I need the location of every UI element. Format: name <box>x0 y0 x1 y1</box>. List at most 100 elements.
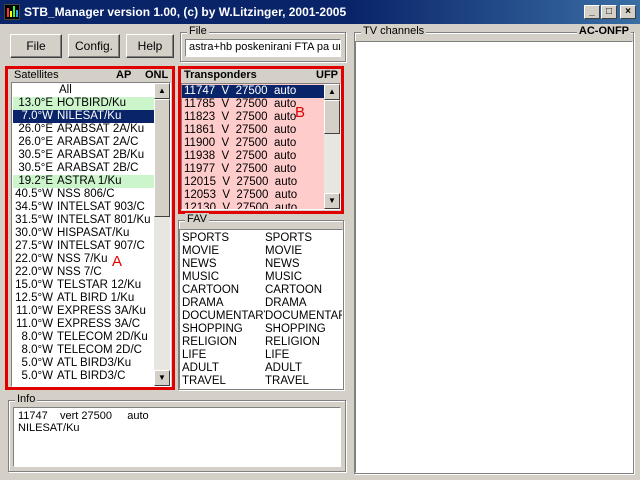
fav-item[interactable]: RELIGION RELIGION <box>182 336 342 349</box>
fav-category: CARTOON <box>182 284 240 296</box>
satellite-item[interactable]: 30.0°W HISPASAT/Ku <box>13 227 155 240</box>
tv-channels-flags[interactable]: AC-ONFP <box>576 25 631 37</box>
fav-item[interactable]: ADULT ADULT <box>182 362 342 375</box>
satellite-item[interactable]: 34.5°W INTELSAT 903/C <box>13 201 155 214</box>
fav-item[interactable]: TRAVEL TRAVEL <box>182 375 342 388</box>
satellite-item[interactable]: 11.0°W EXPRESS 3A/C <box>13 318 155 331</box>
transponder-item[interactable]: 12015 V 27500 auto <box>182 176 325 189</box>
satellite-name: INTELSAT 903/C <box>57 201 145 213</box>
satellite-name: ARABSAT 2A/Ku <box>57 123 145 135</box>
scroll-thumb[interactable] <box>324 100 340 134</box>
satellite-item[interactable]: 15.0°W TELSTAR 12/Ku <box>13 279 155 292</box>
transponders-flags[interactable]: UFP <box>316 69 338 81</box>
fav-category: ADULT <box>265 362 302 374</box>
transponders-list[interactable]: 11747 V 27500 auto 11785 V 27500 auto 1182… <box>181 83 341 210</box>
satellite-name: NILESAT/Ku <box>57 110 122 122</box>
satellite-position: 11.0°W <box>16 305 53 317</box>
fav-item[interactable]: DRAMA DRAMA <box>182 297 342 310</box>
fav-item[interactable]: SPORTS SPORTS <box>182 232 342 245</box>
satellite-name: TELECOM 2D/C <box>57 344 142 356</box>
fav-group: FAV SPORTS SPORTS MOVIE MOVIE NEWS NEWS MUSIC M… <box>178 213 344 390</box>
fav-item[interactable]: LIFE LIFE <box>182 349 342 362</box>
help-button[interactable]: Help <box>126 34 174 58</box>
satellite-position: 8.0°W <box>21 344 53 356</box>
minimize-button[interactable]: _ <box>584 5 600 19</box>
satellite-item[interactable]: 5.0°W ATL BIRD3/Ku <box>13 357 155 370</box>
transponder-item[interactable]: 11861 V 27500 auto <box>182 124 325 137</box>
fav-category: DRAMA <box>265 297 307 309</box>
satellite-item[interactable]: 8.0°W TELECOM 2D/Ku <box>13 331 155 344</box>
file-button[interactable]: File <box>10 34 62 58</box>
fav-item[interactable]: MOVIE MOVIE <box>182 245 342 258</box>
fav-item[interactable]: MUSIC MUSIC <box>182 271 342 284</box>
transponder-item[interactable]: 11900 V 27500 auto <box>182 137 325 150</box>
scroll-thumb[interactable] <box>154 99 170 217</box>
scroll-down-icon[interactable]: ▼ <box>154 370 170 386</box>
fav-category: SPORTS <box>265 232 313 244</box>
satellite-item[interactable]: 31.5°W INTELSAT 801/Ku <box>13 214 155 227</box>
satellite-name: ARABSAT 2B/C <box>57 162 139 174</box>
satellite-item[interactable]: 12.5°W ATL BIRD 1/Ku <box>13 292 155 305</box>
fav-item[interactable]: SHOPPING SHOPPING <box>182 323 342 336</box>
maximize-button[interactable]: □ <box>601 5 617 19</box>
transponder-item[interactable]: 12130 V 27500 auto <box>182 202 325 209</box>
satellite-item[interactable]: 22.0°W NSS 7/C <box>13 266 155 279</box>
satellite-item[interactable]: 19.2°E ASTRA 1/Ku <box>13 175 155 188</box>
fav-category: DRAMA <box>182 297 224 309</box>
satellite-item[interactable]: 8.0°W TELECOM 2D/C <box>13 344 155 357</box>
satellite-item[interactable]: 22.0°W NSS 7/Ku <box>13 253 155 266</box>
satellites-flag-onl[interactable]: ONL <box>145 69 168 81</box>
satellite-position: 13.0°E <box>18 97 53 109</box>
satellites-scrollbar[interactable]: ▲ ▼ <box>154 83 170 386</box>
fav-category: TRAVEL <box>265 375 309 387</box>
satellite-item[interactable]: 30.5°E ARABSAT 2B/Ku <box>13 149 155 162</box>
satellite-item[interactable]: 7.0°W NILESAT/Ku <box>13 110 155 123</box>
satellite-item[interactable]: 11.0°W EXPRESS 3A/Ku <box>13 305 155 318</box>
fav-category: NEWS <box>265 258 300 270</box>
file-group-label: File <box>187 25 209 37</box>
satellite-item[interactable]: 5.0°W ATL BIRD3/C <box>13 370 155 383</box>
tv-channels-list[interactable] <box>355 41 633 473</box>
file-name-field[interactable]: astra+hb poskenirani FTA pa uredjeni <box>185 39 341 57</box>
scroll-up-icon[interactable]: ▲ <box>154 83 170 99</box>
fav-category: MOVIE <box>265 245 303 257</box>
transponder-item[interactable]: 11977 V 27500 auto <box>182 163 325 176</box>
satellites-list[interactable]: All 13.0°E HOTBIRD/Ku 7.0°W NILESAT/Ku 26.0°E… <box>11 82 171 387</box>
fav-list[interactable]: SPORTS SPORTS MOVIE MOVIE NEWS NEWS MUSIC MUSIC… <box>179 229 343 389</box>
transponder-item[interactable]: 11747 V 27500 auto <box>182 85 325 98</box>
satellite-item[interactable]: 40.5°W NSS 806/C <box>13 188 155 201</box>
scroll-down-icon[interactable]: ▼ <box>324 193 340 209</box>
satellite-position: 15.0°W <box>15 279 53 291</box>
satellite-position: 30.5°E <box>18 149 53 161</box>
info-line-2: NILESAT/Ku <box>18 422 80 434</box>
tv-channels-group: TV channels AC-ONFP <box>354 25 634 474</box>
satellite-item[interactable]: All <box>13 84 155 97</box>
fav-category: SPORTS <box>182 232 230 244</box>
scroll-up-icon[interactable]: ▲ <box>324 84 340 100</box>
satellite-item[interactable]: 26.0°E ARABSAT 2A/C <box>13 136 155 149</box>
fav-category: MOVIE <box>182 245 220 257</box>
transponders-label: Transponders <box>184 69 257 81</box>
close-button[interactable]: × <box>620 5 636 19</box>
transponder-item[interactable]: 12053 V 27500 auto <box>182 189 325 202</box>
info-label: Info <box>15 393 38 405</box>
fav-item[interactable]: DOCUMENTARYDOCUMENTARY <box>182 310 342 323</box>
fav-category: DOCUMENTARY <box>265 310 342 322</box>
fav-item[interactable]: NEWS NEWS <box>182 258 342 271</box>
transponders-scrollbar[interactable]: ▲ ▼ <box>324 84 340 209</box>
satellite-item[interactable]: 13.0°E HOTBIRD/Ku <box>13 97 155 110</box>
config-button[interactable]: Config. <box>68 34 120 58</box>
transponder-item[interactable]: 11938 V 27500 auto <box>182 150 325 163</box>
satellite-item[interactable]: 27.5°W INTELSAT 907/C <box>13 240 155 253</box>
satellite-item[interactable]: 30.5°E ARABSAT 2B/C <box>13 162 155 175</box>
satellites-flag-ap[interactable]: AP <box>116 69 131 81</box>
info-group: Info 11747 vert 27500 auto NILESAT/Ku <box>8 393 346 472</box>
satellite-item[interactable]: 26.0°E ARABSAT 2A/Ku <box>13 123 155 136</box>
satellite-name: ATL BIRD 1/Ku <box>57 292 135 304</box>
satellite-name: HOTBIRD/Ku <box>57 97 127 109</box>
fav-item[interactable]: CARTOON CARTOON <box>182 284 342 297</box>
satellite-position: 19.2°E <box>18 175 53 187</box>
fav-category: RELIGION <box>265 336 320 348</box>
app-icon[interactable] <box>4 4 20 20</box>
fav-category: DOCUMENTARY <box>182 310 265 322</box>
